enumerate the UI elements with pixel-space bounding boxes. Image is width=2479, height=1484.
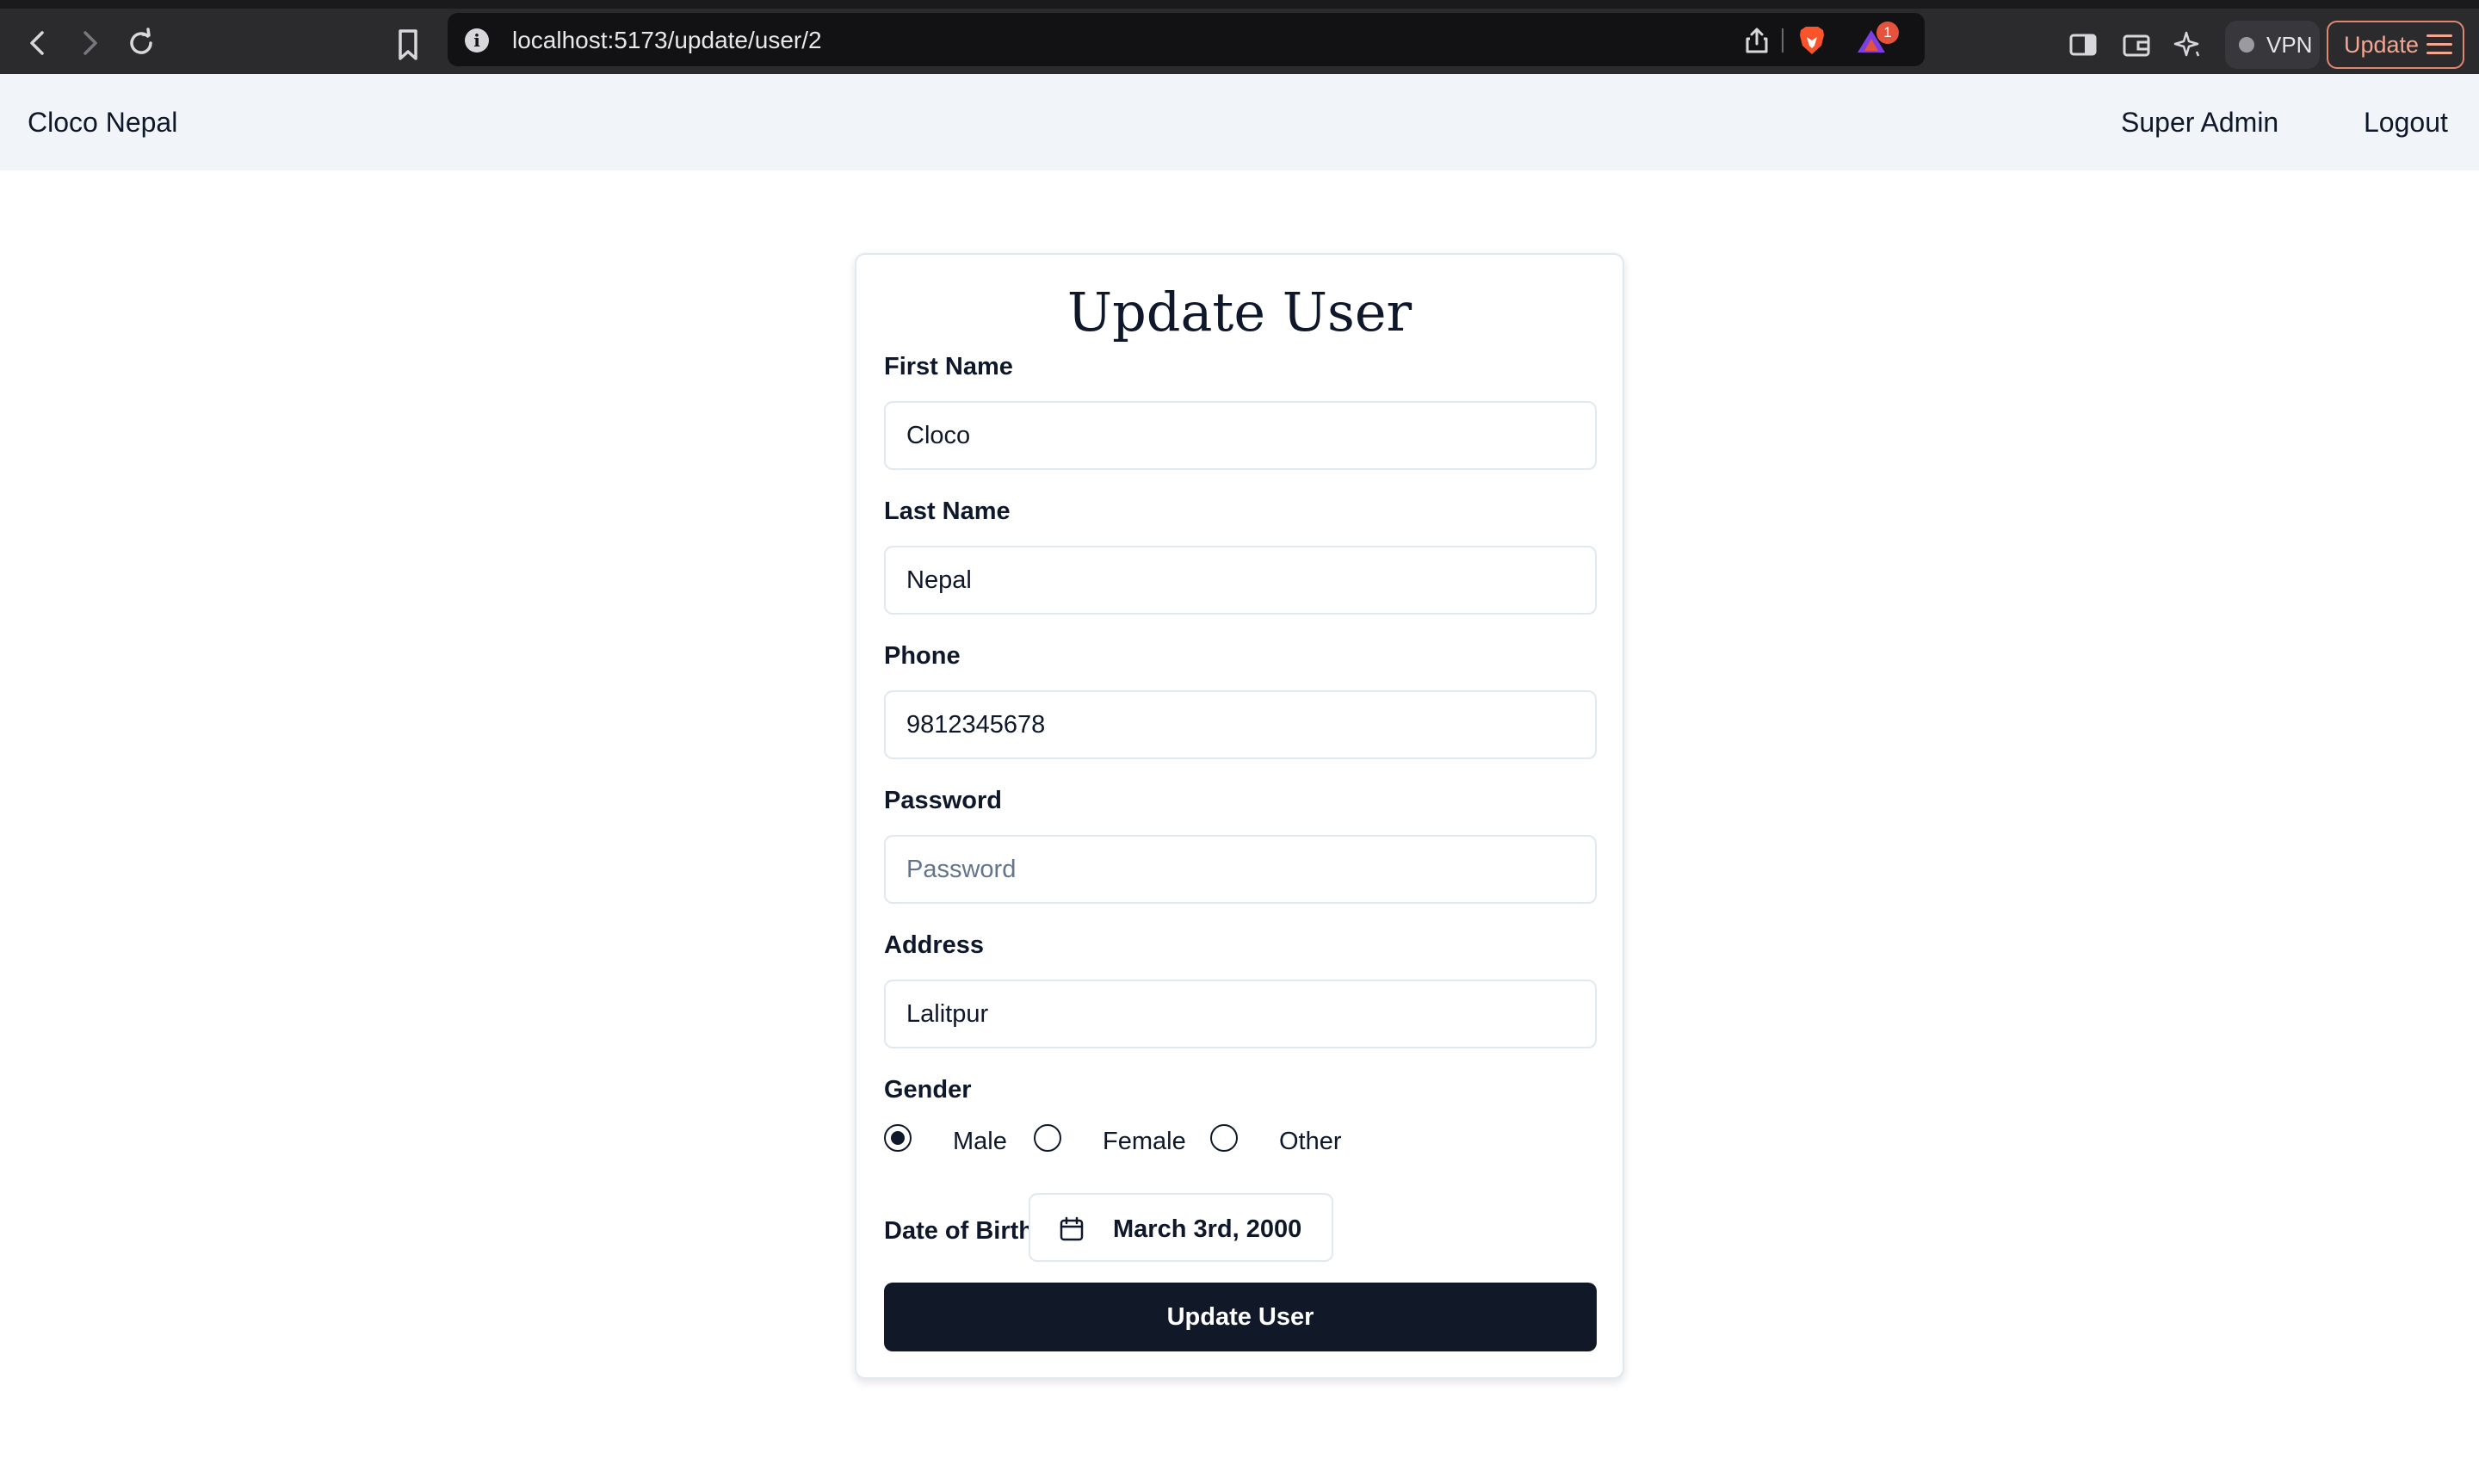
- menu-icon: [2426, 34, 2452, 55]
- share-icon[interactable]: [1744, 27, 1770, 54]
- update-user-button[interactable]: Update User: [884, 1283, 1597, 1351]
- browser-toolbar: i localhost:5173/update/user/2 1 VPN Upd…: [0, 0, 2479, 74]
- logout-link[interactable]: Logout: [2364, 107, 2448, 139]
- dob-picker-button[interactable]: March 3rd, 2000: [1029, 1193, 1333, 1262]
- address-bar[interactable]: i localhost:5173/update/user/2 1: [448, 13, 1925, 66]
- address-label: Address: [884, 931, 985, 959]
- password-input[interactable]: [884, 835, 1597, 904]
- sidebar-toggle-icon[interactable]: [2066, 28, 2100, 62]
- page-title: Update User: [1066, 281, 1413, 343]
- update-user-card: Update User First Name Last Name Phone P…: [855, 253, 1624, 1379]
- url-text[interactable]: localhost:5173/update/user/2: [512, 27, 822, 54]
- brand-logo-text[interactable]: Cloco Nepal: [28, 107, 177, 139]
- calendar-icon: [1058, 1215, 1085, 1243]
- leo-ai-icon[interactable]: [2171, 28, 2205, 62]
- divider: [1782, 28, 1784, 53]
- vpn-button[interactable]: VPN: [2225, 21, 2320, 69]
- first-name-label: First Name: [884, 353, 1013, 380]
- bookmark-icon[interactable]: [391, 26, 425, 64]
- browser-update-label: Update: [2344, 32, 2420, 58]
- browser-update-button[interactable]: Update: [2327, 21, 2464, 69]
- phone-input[interactable]: [884, 690, 1597, 759]
- gender-option-female[interactable]: Female: [1103, 1128, 1186, 1156]
- vpn-status-icon: [2239, 37, 2254, 53]
- dob-label: Date of Birth: [884, 1217, 1034, 1245]
- phone-label: Phone: [884, 642, 961, 670]
- gender-label: Gender: [884, 1076, 972, 1104]
- app-header: Cloco Nepal Super Admin Logout: [0, 74, 2479, 170]
- gender-option-male[interactable]: Male: [953, 1128, 1007, 1156]
- reload-icon[interactable]: [124, 26, 158, 60]
- wallet-icon[interactable]: [2119, 28, 2154, 62]
- dob-value: March 3rd, 2000: [1113, 1215, 1302, 1243]
- back-icon[interactable]: [21, 26, 55, 60]
- first-name-input[interactable]: [884, 401, 1597, 470]
- forward-icon[interactable]: [72, 26, 107, 60]
- address-input[interactable]: [884, 980, 1597, 1048]
- last-name-label: Last Name: [884, 498, 1011, 525]
- gender-option-other[interactable]: Other: [1279, 1128, 1342, 1156]
- gender-radio-female[interactable]: [1034, 1124, 1061, 1152]
- rewards-badge: 1: [1876, 22, 1899, 44]
- brave-shields-icon[interactable]: [1797, 25, 1827, 56]
- gender-radio-male[interactable]: [884, 1124, 912, 1152]
- password-label: Password: [884, 787, 1002, 814]
- vpn-label: VPN: [2266, 32, 2313, 58]
- user-role-link[interactable]: Super Admin: [2121, 107, 2278, 139]
- gender-radio-other[interactable]: [1210, 1124, 1238, 1152]
- site-info-icon[interactable]: i: [465, 28, 489, 53]
- last-name-input[interactable]: [884, 546, 1597, 615]
